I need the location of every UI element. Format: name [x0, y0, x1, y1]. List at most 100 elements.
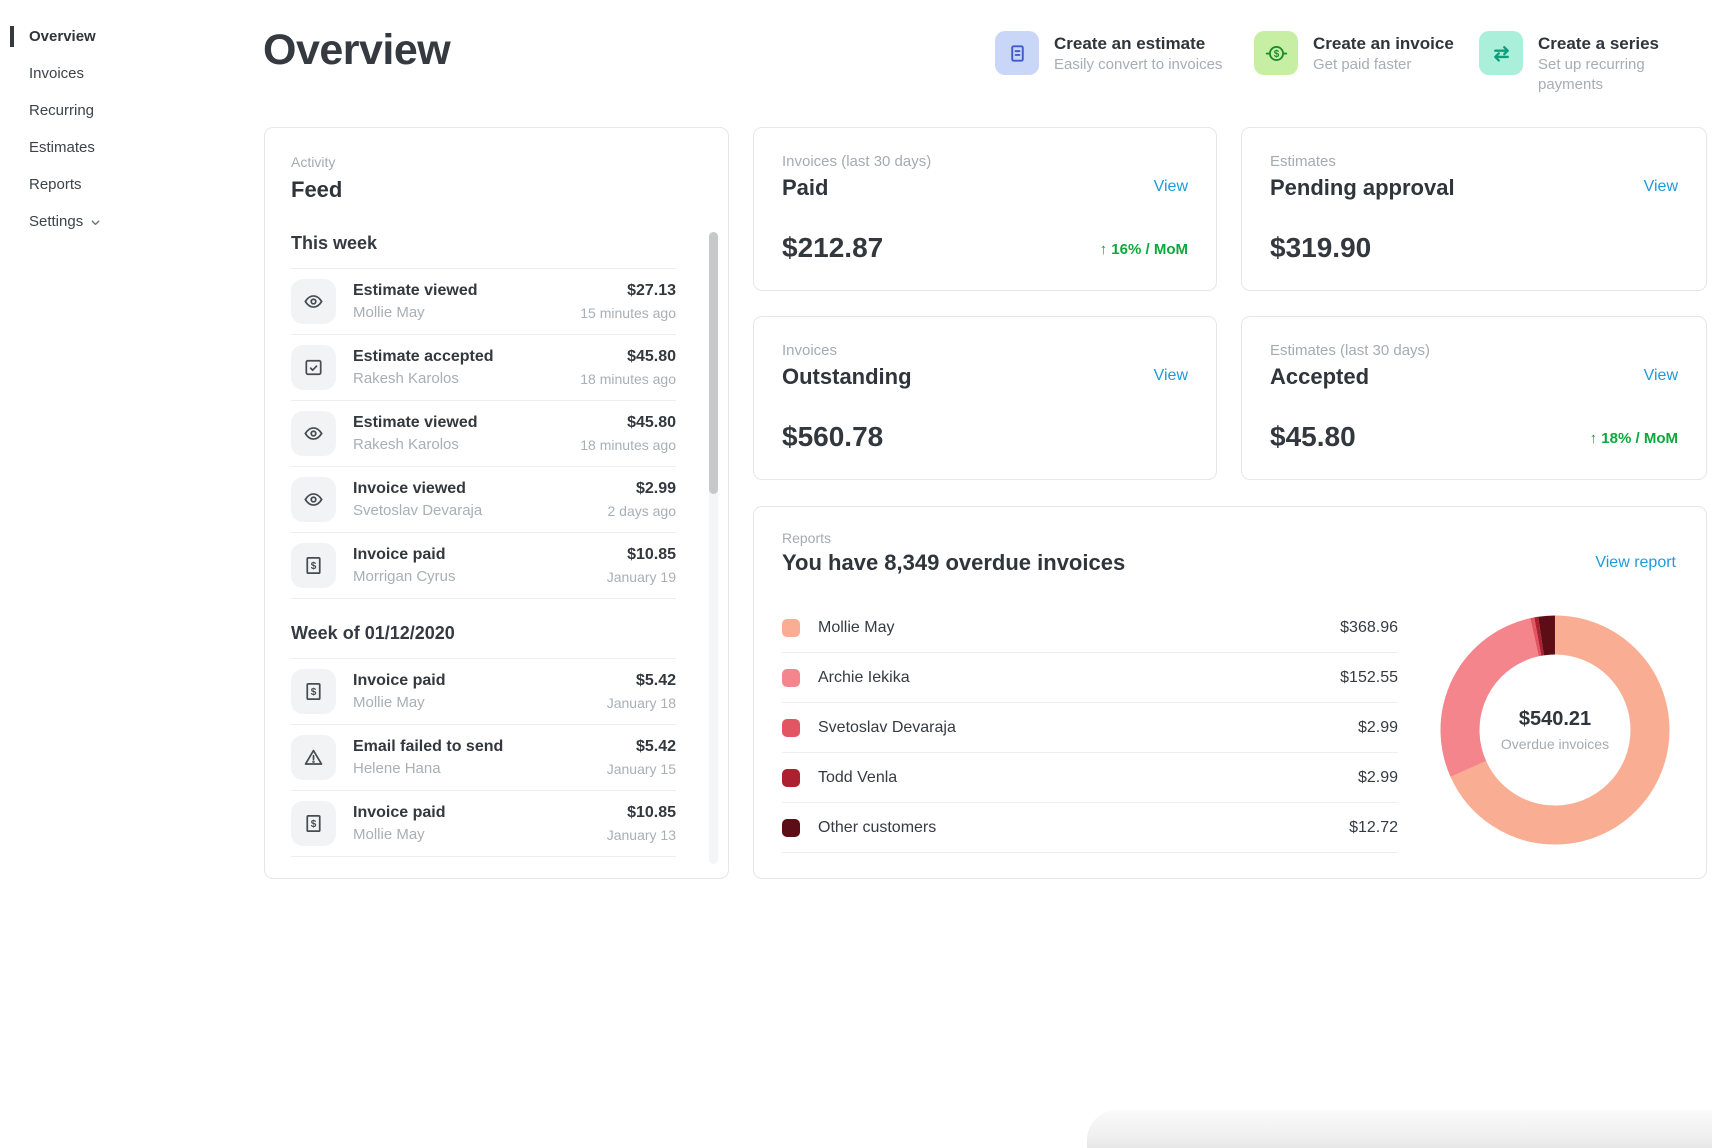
feed-section-heading: Week of 01/12/2020	[291, 599, 676, 659]
dollar-circle-icon: $	[1254, 31, 1298, 75]
create-invoice-button[interactable]: $ Create an invoice Get paid faster	[1254, 31, 1454, 75]
feed-item-amount: $5.42	[635, 672, 676, 689]
svg-text:$: $	[311, 819, 317, 830]
sidebar-item-label: Recurring	[29, 102, 95, 119]
feed-item-title: Invoice paid	[353, 546, 446, 563]
sidebar-item-label: Estimates	[29, 139, 95, 156]
feed-item[interactable]: $ Invoice paid Mollie May $5.42 January 18	[291, 659, 676, 725]
stat-title: Paid	[782, 175, 829, 200]
stat-card-paid: Invoices (last 30 days) Paid View $212.8…	[753, 127, 1217, 291]
stat-title: Accepted	[1270, 364, 1370, 389]
feed-item-text: Invoice viewed Svetoslav Devaraja	[353, 479, 608, 520]
feed-item[interactable]: $ Invoice paid Mollie May $10.85 January 13	[291, 791, 676, 857]
feed-item[interactable]: Email failed to send Helene Hana $5.42 Janu…	[291, 725, 676, 791]
reports-category-label: Reports	[782, 530, 832, 546]
feed-item-title: Estimate accepted	[353, 348, 494, 365]
quick-action-subtitle: Easily convert to invoices	[1054, 56, 1223, 73]
sidebar-item-estimates[interactable]: Estimates	[0, 129, 240, 166]
feed-item-customer: Morrigan Cyrus	[353, 568, 456, 585]
legend-swatch	[782, 818, 800, 837]
feed-item-text: Email failed to send Helene Hana	[353, 737, 607, 778]
feed-item-time: 18 minutes ago	[580, 371, 676, 387]
feed-item-time: January 15	[606, 761, 676, 777]
feed-item-title: Estimate viewed	[353, 414, 478, 431]
document-icon	[995, 31, 1039, 75]
view-link[interactable]: View	[1154, 178, 1188, 196]
quick-action-subtitle: Set up recurring payments	[1538, 56, 1645, 93]
feed-item-title: Estimate viewed	[353, 282, 478, 299]
invoice-paid-icon: $	[291, 669, 336, 714]
estimate-accepted-icon	[291, 345, 336, 390]
feed-item-time: 18 minutes ago	[580, 437, 676, 453]
customer-overdue-amount: $2.99	[1357, 768, 1398, 786]
sidebar-item-reports[interactable]: Reports	[0, 166, 240, 203]
feed-item-title: Invoice viewed	[353, 480, 466, 497]
overdue-customer-list: Mollie May $368.96 Archie Iekika $152.55 Sve…	[782, 603, 1398, 853]
feed-item-meta: $10.85 January 13	[607, 803, 676, 844]
overdue-customer-row[interactable]: Todd Venla $2.99	[782, 753, 1398, 803]
feed-item-text: Estimate viewed Rakesh Karolos	[353, 413, 580, 454]
sidebar-item-settings[interactable]: Settings	[0, 203, 240, 240]
customer-name: Todd Venla	[818, 768, 898, 786]
sidebar: Overview Invoices Recurring Estimates Report…	[0, 18, 240, 240]
page-title: Overview	[263, 26, 451, 74]
quick-action-title: Create an estimate	[1054, 34, 1206, 53]
chevron-down-icon	[89, 216, 102, 229]
svg-text:$: $	[311, 561, 317, 572]
feed-scrollbar-track[interactable]	[709, 232, 718, 864]
view-link[interactable]: View	[1154, 367, 1188, 385]
feed-item-meta: $10.85 January 19	[607, 545, 676, 586]
stat-card-pending-approval: Estimates Pending approval View $319.90	[1241, 127, 1707, 291]
feed-item-text: Invoice paid Mollie May	[353, 671, 607, 712]
feed-item[interactable]: $ Invoice paid Morrigan Cyrus $10.85 January…	[291, 533, 676, 599]
offscreen-panel-shadow	[1087, 1110, 1712, 1148]
feed-item-customer: Mollie May	[353, 826, 425, 843]
customer-overdue-amount: $368.96	[1340, 618, 1398, 636]
stat-value: $45.80	[1270, 421, 1356, 452]
create-estimate-button[interactable]: Create an estimate Easily convert to invo…	[995, 31, 1222, 75]
trend-badge: ↑ 16% / MoM	[1099, 241, 1188, 258]
feed-item[interactable]: Estimate accepted Rakesh Karolos $45.80 18 …	[291, 335, 676, 401]
create-series-button[interactable]: Create a series Set up recurring payments	[1479, 31, 1712, 95]
overdue-customer-row[interactable]: Archie Iekika $152.55	[782, 653, 1398, 703]
feed-item[interactable]: Estimate viewed Rakesh Karolos $45.80 18 mi…	[291, 401, 676, 467]
feed-item-time: January 19	[606, 569, 676, 585]
feed-item-meta: $2.99 2 days ago	[608, 479, 677, 520]
sidebar-item-label: Settings	[29, 213, 84, 230]
eye-icon	[291, 477, 336, 522]
overdue-donut-chart: $540.21 Overdue invoices	[1439, 614, 1671, 846]
view-link[interactable]: View	[1644, 367, 1678, 385]
trend-badge: ↑ 18% / MoM	[1589, 430, 1678, 447]
sidebar-item-label: Reports	[29, 176, 82, 193]
feed-item-meta: $27.13 15 minutes ago	[580, 281, 676, 322]
sidebar-item-invoices[interactable]: Invoices	[0, 55, 240, 92]
feed-item-amount: $10.85	[627, 546, 676, 563]
overdue-customer-row[interactable]: Svetoslav Devaraja $2.99	[782, 703, 1398, 753]
stat-category: Invoices	[782, 342, 838, 359]
sidebar-item-recurring[interactable]: Recurring	[0, 92, 240, 129]
feed-item-meta: $45.80 18 minutes ago	[580, 347, 676, 388]
feed-item[interactable]: Invoice viewed Svetoslav Devaraja $2.99 2 d…	[291, 467, 676, 533]
feed-category-label: Activity	[291, 154, 336, 170]
overdue-customer-row[interactable]: Mollie May $368.96	[782, 603, 1398, 653]
feed-item-meta: $45.80 18 minutes ago	[580, 413, 676, 454]
legend-swatch	[782, 768, 800, 787]
feed-item[interactable]: Estimate viewed Mollie May $27.13 15 minute…	[291, 269, 676, 335]
feed-item-amount: $10.85	[627, 804, 676, 821]
invoice-paid-icon: $	[291, 801, 336, 846]
activity-feed-card: Activity Feed This week Estimate viewed Mo…	[264, 127, 729, 879]
view-link[interactable]: View	[1644, 178, 1678, 196]
stat-card-accepted: Estimates (last 30 days) Accepted View $…	[1241, 316, 1707, 480]
feed-item-amount: $45.80	[627, 414, 676, 431]
quick-action-title: Create a series	[1538, 34, 1659, 53]
feed-item-amount: $5.42	[635, 738, 676, 755]
feed-scrollbar-thumb[interactable]	[709, 232, 718, 494]
donut-total-label: Overdue invoices	[1500, 736, 1610, 752]
feed-item-time: January 18	[606, 695, 676, 711]
sidebar-item-overview[interactable]: Overview	[0, 18, 240, 55]
customer-overdue-amount: $152.55	[1340, 668, 1398, 686]
eye-icon	[291, 279, 336, 324]
view-report-link[interactable]: View report	[1595, 554, 1676, 572]
overdue-customer-row[interactable]: Other customers $12.72	[782, 803, 1398, 853]
feed-item-customer: Mollie May	[353, 694, 425, 711]
